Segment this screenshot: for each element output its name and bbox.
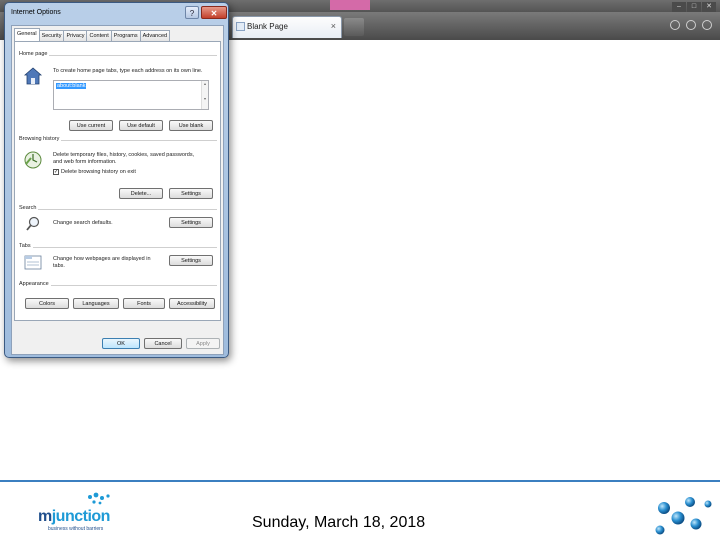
general-panel: Home page To create home page tabs, type…: [14, 41, 221, 321]
tab-programs[interactable]: Programs: [110, 30, 141, 41]
close-tab-icon[interactable]: ×: [331, 21, 336, 31]
page-icon: [236, 22, 245, 31]
delete-button[interactable]: Delete...: [119, 188, 163, 199]
cancel-button[interactable]: Cancel: [144, 338, 182, 349]
fonts-button[interactable]: Fonts: [123, 298, 165, 309]
search-icon: [26, 216, 40, 231]
logo-tagline: business without barriers: [48, 526, 104, 532]
options-tabs: General Security Privacy Content Program…: [14, 28, 171, 41]
dialog-title: Internet Options: [11, 9, 61, 16]
maximize-button[interactable]: □: [687, 2, 701, 12]
gear-icon[interactable]: [702, 20, 712, 30]
use-current-button[interactable]: Use current: [69, 120, 113, 131]
history-icon: [24, 151, 42, 169]
appearance-label: Appearance: [19, 281, 51, 287]
browsing-history-description-line2: and web form information.: [53, 159, 117, 165]
languages-button[interactable]: Languages: [73, 298, 119, 309]
help-button[interactable]: ?: [185, 6, 199, 19]
history-settings-button[interactable]: Settings: [169, 188, 213, 199]
tab-blank-page[interactable]: Blank Page ×: [232, 16, 342, 38]
use-default-button[interactable]: Use default: [119, 120, 163, 131]
browsing-history-description-line1: Delete temporary files, history, cookies…: [53, 152, 195, 158]
house-icon: [23, 67, 43, 85]
pink-accent-tab: [330, 0, 370, 10]
apply-button[interactable]: Apply: [186, 338, 220, 349]
tab-security[interactable]: Security: [38, 30, 65, 41]
tabs-description-line1: Change how webpages are displayed in: [53, 256, 151, 262]
slide-date: Sunday, March 18, 2018: [252, 514, 426, 531]
colors-button[interactable]: Colors: [25, 298, 69, 309]
tabs-icon: [24, 255, 42, 270]
favorites-icon[interactable]: [686, 20, 696, 30]
browser-toolbar: [670, 20, 712, 30]
textarea-scrollbar[interactable]: ▴ ▾: [201, 81, 208, 109]
logo-wordmark: mjunction: [38, 508, 110, 526]
close-window-button[interactable]: ✕: [702, 2, 716, 12]
logo-letter-m: m: [38, 508, 52, 525]
minimize-button[interactable]: –: [672, 2, 686, 12]
tab-title: Blank Page: [247, 22, 288, 31]
search-settings-button[interactable]: Settings: [169, 217, 213, 228]
dialog-body: General Security Privacy Content Program…: [11, 25, 224, 355]
tab-content[interactable]: Content: [86, 30, 112, 41]
separator: [19, 209, 217, 210]
decorative-spheres-icon: [655, 497, 712, 535]
internet-options-dialog: Internet Options ? ✕ General Security Pr…: [4, 2, 229, 358]
home-page-description: To create home page tabs, type each addr…: [53, 68, 203, 74]
tab-general[interactable]: General: [14, 28, 40, 41]
new-tab-button[interactable]: [344, 18, 364, 36]
tabs-section-label: Tabs: [19, 243, 33, 249]
home-icon[interactable]: [670, 20, 680, 30]
accessibility-button[interactable]: Accessibility: [169, 298, 215, 309]
home-page-input[interactable]: about:blank ▴ ▾: [53, 80, 209, 110]
browsing-history-label: Browsing history: [19, 136, 62, 142]
tabs-settings-button[interactable]: Settings: [169, 255, 213, 266]
footer-divider: [0, 480, 720, 482]
search-label: Search: [19, 205, 39, 211]
tab-advanced[interactable]: Advanced: [139, 30, 171, 41]
ok-button[interactable]: OK: [102, 338, 140, 349]
delete-on-exit-checkbox[interactable]: ✓: [53, 169, 59, 175]
search-description: Change search defaults.: [53, 220, 113, 226]
close-dialog-button[interactable]: ✕: [201, 6, 227, 19]
tabs-description-line2: tabs.: [53, 263, 65, 269]
tab-privacy[interactable]: Privacy: [63, 30, 88, 41]
use-blank-button[interactable]: Use blank: [169, 120, 213, 131]
separator: [19, 247, 217, 248]
delete-on-exit-label: Delete browsing history on exit: [61, 169, 136, 175]
home-page-url: about:blank: [56, 83, 87, 89]
home-page-label: Home page: [19, 51, 50, 57]
window-controls: – □ ✕: [672, 2, 716, 12]
logo-word-junction: junction: [51, 508, 111, 525]
